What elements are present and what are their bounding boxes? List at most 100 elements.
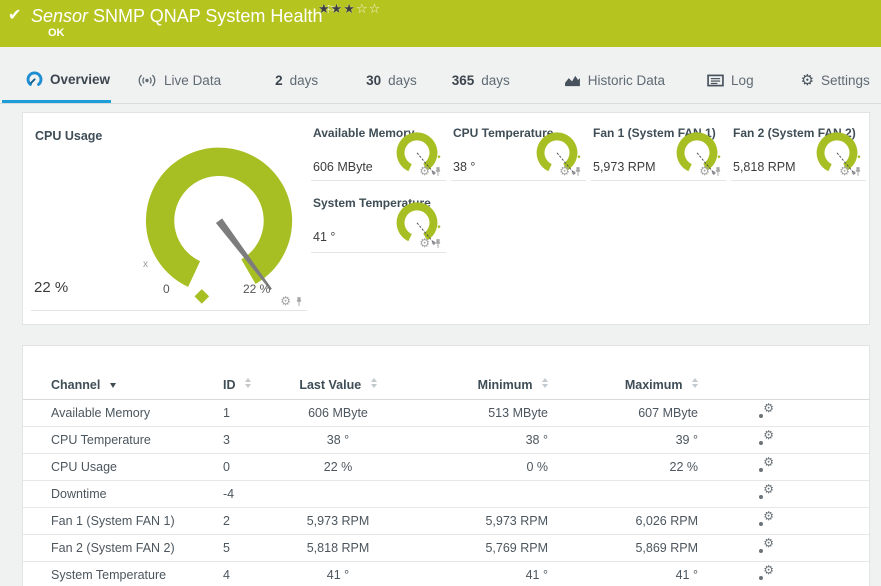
cell-minimum: 38 ° bbox=[408, 426, 548, 454]
gauge-value: 38 ° bbox=[453, 160, 476, 174]
cell-channel: Fan 1 (System FAN 1) bbox=[23, 507, 223, 535]
tab-label: Overview bbox=[50, 72, 111, 87]
column-header-id[interactable]: ID bbox=[223, 372, 268, 400]
table-row[interactable]: Fan 2 (System FAN 2) 5 5,818 RPM 5,769 R… bbox=[23, 534, 869, 562]
tab-label: days bbox=[388, 73, 417, 88]
channel-settings-icon[interactable]: ⚙ bbox=[758, 482, 774, 500]
cell-last-value: 5,818 RPM bbox=[268, 534, 408, 562]
gauge-axis-marker: x bbox=[143, 259, 148, 270]
sort-icon bbox=[542, 378, 548, 389]
channel-settings-icon[interactable]: ⚙ bbox=[758, 455, 774, 473]
gauges-panel: CPU Usage x 22 % 0 22 % ⚙ Available Memo… bbox=[22, 112, 870, 325]
gear-icon[interactable]: ⚙ bbox=[559, 165, 570, 177]
gear-icon[interactable]: ⚙ bbox=[419, 237, 430, 249]
gauge-value: 22 % bbox=[34, 279, 69, 296]
gauge-scale-min: 0 bbox=[163, 282, 170, 296]
cell-channel: Fan 2 (System FAN 2) bbox=[23, 534, 223, 562]
pin-icon[interactable] bbox=[714, 166, 722, 177]
pin-icon[interactable] bbox=[574, 166, 582, 177]
tab-settings[interactable]: ⚙ Settings bbox=[800, 73, 871, 103]
tab-live-data[interactable]: Live Data bbox=[136, 73, 222, 103]
column-label: Last Value bbox=[299, 378, 362, 393]
cell-maximum: 5,869 RPM bbox=[548, 534, 698, 562]
gear-icon[interactable]: ⚙ bbox=[280, 295, 291, 307]
column-header-minimum[interactable]: Minimum bbox=[408, 372, 548, 400]
column-header-channel[interactable]: Channel bbox=[23, 372, 223, 400]
tab-label: Log bbox=[731, 73, 754, 88]
priority-stars[interactable]: ★★★☆☆ bbox=[318, 1, 381, 17]
channel-settings-icon[interactable]: ⚙ bbox=[758, 563, 774, 581]
gauge-value: 5,973 RPM bbox=[593, 160, 656, 174]
tab-label: Settings bbox=[821, 73, 870, 88]
cell-last-value: 41 ° bbox=[268, 561, 408, 586]
cell-minimum: 5,973 RPM bbox=[408, 507, 548, 535]
column-header-last-value[interactable]: Last Value bbox=[268, 372, 408, 400]
cell-maximum: 39 ° bbox=[548, 426, 698, 454]
status-badge: OK bbox=[48, 27, 65, 39]
cell-id: 3 bbox=[223, 426, 268, 454]
area-chart-icon bbox=[564, 75, 580, 87]
cell-channel: Downtime bbox=[23, 480, 223, 508]
table-row[interactable]: Fan 1 (System FAN 1) 2 5,973 RPM 5,973 R… bbox=[23, 507, 869, 535]
gauge-tile-available-memory[interactable]: Available Memory 606 MByte ⚙ bbox=[311, 121, 446, 181]
gauge-title: CPU Usage bbox=[35, 129, 103, 143]
column-label: Minimum bbox=[477, 378, 533, 393]
table-row[interactable]: Downtime -4 ⚙ bbox=[23, 480, 869, 508]
tab-number: 365 bbox=[451, 73, 475, 88]
cell-minimum: 0 % bbox=[408, 453, 548, 481]
table-row[interactable]: CPU Temperature 3 38 ° 38 ° 39 ° ⚙ bbox=[23, 426, 869, 454]
gauge-tile-cpu-temperature[interactable]: CPU Temperature 38 ° ⚙ bbox=[451, 121, 586, 181]
pin-icon[interactable] bbox=[434, 238, 442, 249]
stars-empty: ☆☆ bbox=[355, 1, 382, 16]
cell-id: -4 bbox=[223, 480, 268, 508]
tab-historic-data[interactable]: Historic Data bbox=[563, 73, 666, 103]
gauge-tile-system-temperature[interactable]: System Temperature 41 ° ⚙ bbox=[311, 191, 446, 253]
column-label: Maximum bbox=[624, 378, 683, 393]
gear-icon[interactable]: ⚙ bbox=[419, 165, 430, 177]
gauge-tile-fan-1[interactable]: Fan 1 (System FAN 1) 5,973 RPM ⚙ bbox=[591, 121, 726, 181]
pin-icon[interactable] bbox=[295, 296, 303, 307]
cell-maximum bbox=[548, 480, 698, 508]
gauge-value: 606 MByte bbox=[313, 160, 373, 174]
gauge-tile-cpu-usage[interactable]: CPU Usage x 22 % 0 22 % ⚙ bbox=[31, 121, 307, 311]
gauge-value: 41 ° bbox=[313, 230, 336, 244]
table-row[interactable]: Available Memory 1 606 MByte 513 MByte 6… bbox=[23, 399, 869, 427]
channel-settings-icon[interactable]: ⚙ bbox=[758, 509, 774, 527]
pin-icon[interactable] bbox=[434, 166, 442, 177]
gauge-value: 5,818 RPM bbox=[733, 160, 796, 174]
stars-filled: ★★★ bbox=[318, 1, 356, 16]
gauge-icon bbox=[26, 71, 43, 86]
channel-settings-icon[interactable]: ⚙ bbox=[758, 428, 774, 446]
pin-icon[interactable] bbox=[854, 166, 862, 177]
sensor-type-label: Sensor bbox=[31, 6, 89, 26]
tab-label: days bbox=[289, 73, 319, 88]
gauge-tile-fan-2[interactable]: Fan 2 (System FAN 2) 5,818 RPM ⚙ bbox=[731, 121, 866, 181]
tab-label: days bbox=[481, 73, 510, 88]
cell-id: 5 bbox=[223, 534, 268, 562]
table-header-row: Channel ID Last Value Minimum Maximum bbox=[23, 372, 869, 400]
cell-last-value: 22 % bbox=[268, 453, 408, 481]
channel-settings-icon[interactable]: ⚙ bbox=[758, 401, 774, 419]
table-row[interactable]: CPU Usage 0 22 % 0 % 22 % ⚙ bbox=[23, 453, 869, 481]
sort-icon bbox=[692, 378, 698, 389]
tab-label: Historic Data bbox=[587, 73, 666, 88]
tab-number: 30 bbox=[366, 73, 382, 88]
cell-channel: Available Memory bbox=[23, 399, 223, 427]
tab-30-days[interactable]: 30 days bbox=[365, 73, 418, 103]
cell-id: 0 bbox=[223, 453, 268, 481]
table-row[interactable]: System Temperature 4 41 ° 41 ° 41 ° ⚙ bbox=[23, 561, 869, 586]
cell-channel: CPU Usage bbox=[23, 453, 223, 481]
tab-log[interactable]: Log bbox=[706, 73, 755, 103]
channel-settings-icon[interactable]: ⚙ bbox=[758, 536, 774, 554]
column-header-maximum[interactable]: Maximum bbox=[548, 372, 698, 400]
sensor-title-line: Sensor SNMP QNAP System Health ⚐ bbox=[31, 3, 335, 27]
cell-minimum: 41 ° bbox=[408, 561, 548, 586]
tab-overview[interactable]: Overview bbox=[1, 71, 112, 103]
tab-2-days[interactable]: 2 days bbox=[274, 73, 319, 103]
sort-desc-icon bbox=[109, 383, 116, 389]
gear-icon[interactable]: ⚙ bbox=[699, 165, 710, 177]
sensor-status-header: ✔ Sensor SNMP QNAP System Health ⚐ ★★★☆☆ O… bbox=[0, 0, 881, 47]
tab-365-days[interactable]: 365 days bbox=[451, 73, 511, 103]
gear-icon[interactable]: ⚙ bbox=[839, 165, 850, 177]
cell-last-value: 606 MByte bbox=[268, 399, 408, 427]
